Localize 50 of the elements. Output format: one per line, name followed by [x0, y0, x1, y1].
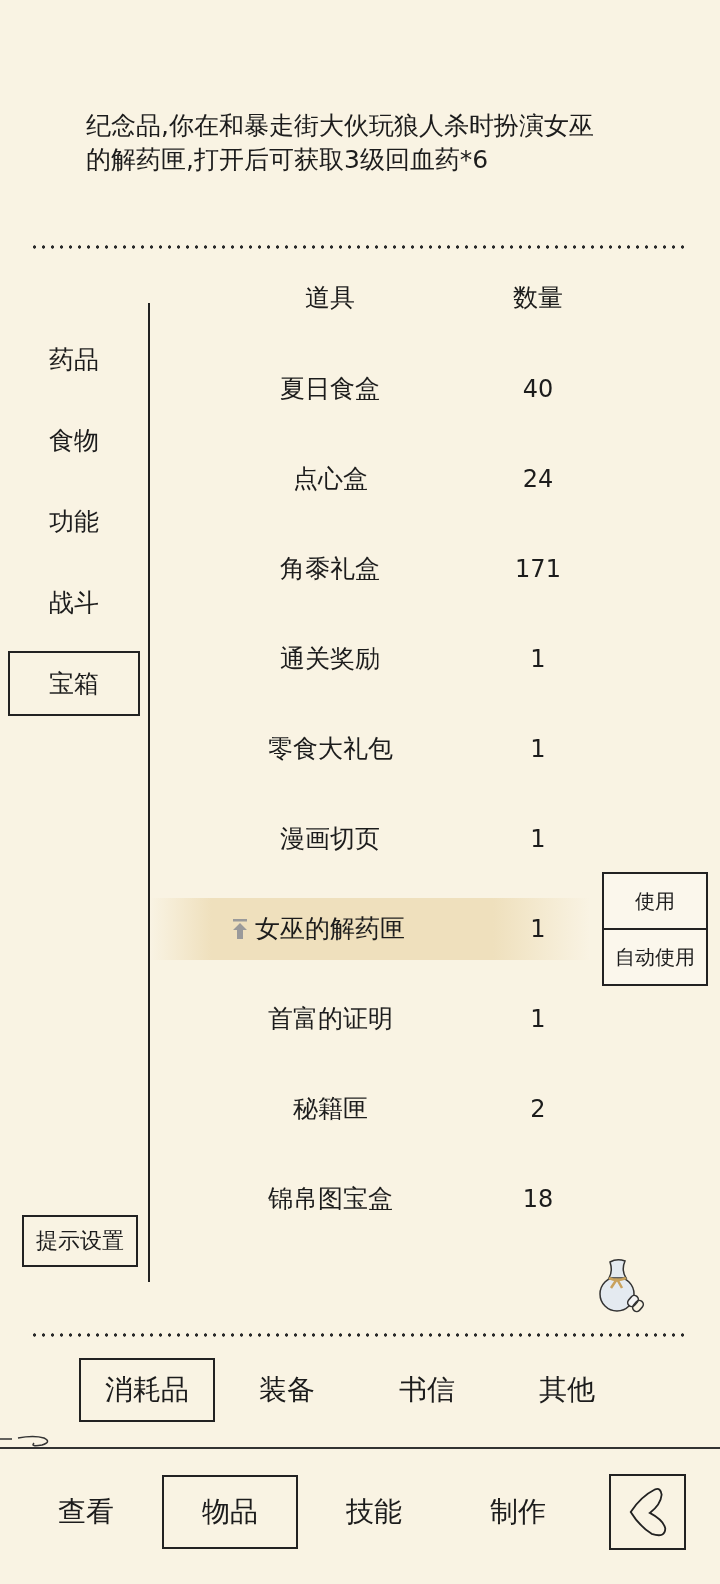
item-count: 2	[530, 1094, 546, 1125]
auto-use-button[interactable]: 自动使用	[602, 928, 708, 986]
item-count: 171	[515, 554, 561, 585]
item-count: 1	[530, 734, 546, 765]
nav-tab[interactable]: 制作	[450, 1474, 586, 1549]
item-name: 秘籍匣	[292, 1093, 368, 1126]
item-row[interactable]: 点心盒 24	[150, 448, 590, 510]
item-name: 漫画切页	[280, 823, 380, 856]
sidebar-item[interactable]: 食物	[8, 408, 140, 473]
item-count: 18	[522, 1184, 554, 1215]
sidebar-item[interactable]: 药品	[8, 327, 140, 392]
item-count: 1	[530, 824, 546, 855]
column-header: 道具	[305, 282, 355, 315]
item-row[interactable]: 锦帛图宝盒 18	[150, 1168, 590, 1230]
item-name: 夏日食盒	[280, 373, 380, 406]
item-row[interactable]: 首富的证明 1	[150, 988, 590, 1050]
item-name: 锦帛图宝盒	[267, 1183, 393, 1216]
item-row[interactable]: 夏日食盒 40	[150, 358, 590, 420]
category-tab[interactable]: 其他	[499, 1358, 635, 1422]
hint-settings-button[interactable]: 提示设置	[22, 1215, 138, 1267]
item-row[interactable]: 角黍礼盒 171	[150, 538, 590, 600]
use-button[interactable]: 使用	[602, 872, 708, 930]
item-name: 点心盒	[292, 463, 368, 496]
item-count: 24	[522, 464, 554, 495]
sidebar-item[interactable]: 战斗	[8, 570, 140, 635]
item-name: 零食大礼包	[267, 733, 393, 766]
item-name: 女巫的解药匣	[255, 913, 405, 946]
nav-tab[interactable]: 物品	[162, 1474, 298, 1549]
category-tab[interactable]: 书信	[359, 1358, 495, 1422]
sidebar-item[interactable]: 宝箱	[8, 651, 140, 716]
nav-tab[interactable]: 查看	[18, 1474, 154, 1549]
item-name: 首富的证明	[267, 1003, 393, 1036]
item-description: 纪念品,你在和暴走街大伙玩狼人杀时扮演女巫的解药匣,打开后可获取3级回血药*6	[86, 110, 595, 176]
back-button[interactable]	[609, 1473, 686, 1550]
item-name: 通关奖励	[280, 643, 380, 676]
item-row[interactable]: 秘籍匣 2	[150, 1078, 590, 1140]
chevron-left-icon	[627, 1486, 668, 1537]
item-count: 1	[530, 644, 546, 675]
category-tab[interactable]: 装备	[219, 1358, 355, 1422]
item-name: 角黍礼盒	[280, 553, 380, 586]
item-count: 1	[530, 914, 546, 945]
category-tab[interactable]: 消耗品	[79, 1358, 215, 1422]
sidebar-item[interactable]: 功能	[8, 489, 140, 554]
item-row[interactable]: 零食大礼包 1	[150, 718, 590, 780]
item-row[interactable]: 通关奖励 1	[150, 628, 590, 690]
item-count: 40	[522, 374, 554, 405]
column-header: 数量	[513, 282, 563, 315]
item-row[interactable]: 漫画切页 1	[150, 808, 590, 870]
item-count: 1	[530, 1004, 546, 1035]
nav-tab[interactable]: 技能	[306, 1474, 442, 1549]
